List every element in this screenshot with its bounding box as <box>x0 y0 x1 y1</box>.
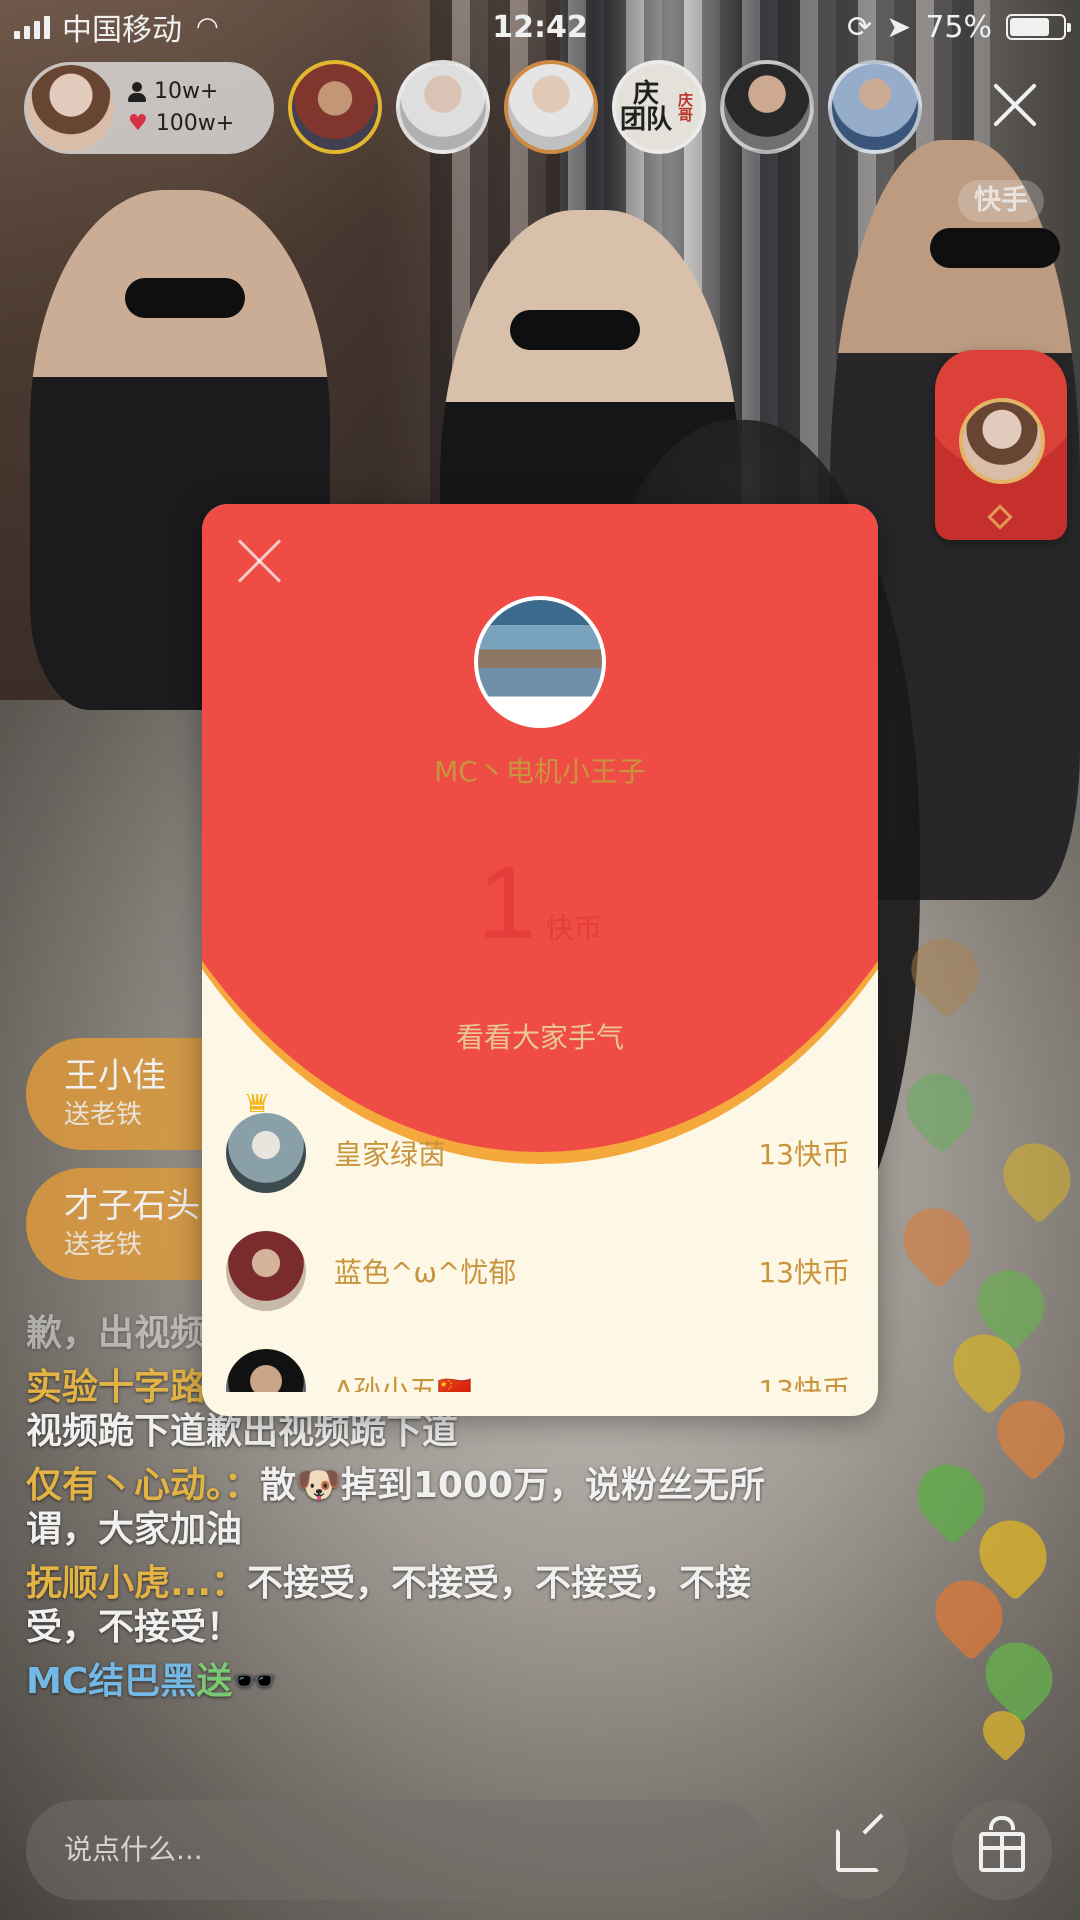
sender-avatar <box>474 596 606 728</box>
red-packet-modal: MC丶电机小王子 1 快币 看看大家手气 ♛ 皇家绿茵 13快币 蓝色^ω^忧郁 … <box>202 504 878 1416</box>
crown-icon: ♛ <box>242 1094 273 1121</box>
luck-amount: 13快币 <box>758 1374 850 1392</box>
luck-user-name: 蓝色^ω^忧郁 <box>334 1256 517 1289</box>
luck-amount: 13快币 <box>758 1256 850 1289</box>
luck-title: 看看大家手气 <box>455 1021 624 1054</box>
list-item: 蓝色^ω^忧郁 13快币 <box>202 1212 878 1330</box>
luck-user-name: 皇家绿茵 <box>334 1138 447 1171</box>
list-item: A孙小五🇨🇳 13快币 <box>202 1330 878 1392</box>
luck-amount: 13快币 <box>758 1138 850 1171</box>
amount-unit: 快币 <box>545 912 602 945</box>
avatar <box>226 1231 306 1311</box>
avatar <box>226 1113 306 1193</box>
list-item: ♛ 皇家绿茵 13快币 <box>202 1094 878 1212</box>
luck-user-name: A孙小五🇨🇳 <box>334 1374 473 1392</box>
avatar <box>226 1349 306 1392</box>
amount-value: 1 <box>478 845 536 961</box>
received-amount: 1 快币 <box>202 844 878 963</box>
close-icon[interactable] <box>238 538 282 582</box>
luck-list[interactable]: ♛ 皇家绿茵 13快币 蓝色^ω^忧郁 13快币 A孙小五🇨🇳 13快币 <box>202 1094 878 1392</box>
sender-name: MC丶电机小王子 <box>434 755 646 788</box>
